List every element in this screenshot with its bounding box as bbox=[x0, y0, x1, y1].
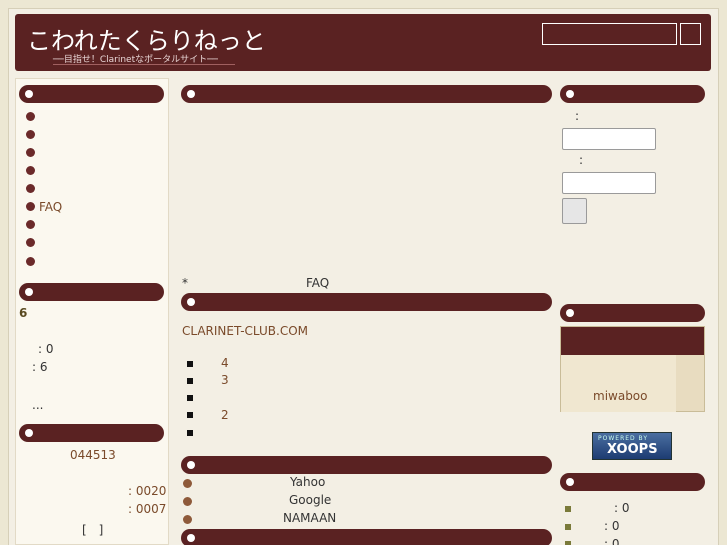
bullet-icon bbox=[26, 112, 35, 121]
link-namaan[interactable]: NAMAAN bbox=[283, 511, 336, 525]
square-bullet-icon bbox=[565, 541, 571, 545]
bullet-icon bbox=[26, 130, 35, 139]
bar-dot-icon bbox=[187, 298, 195, 306]
list-item-count: 2 bbox=[221, 408, 229, 422]
stat-line: : 0 bbox=[604, 537, 620, 545]
left-column bbox=[15, 78, 169, 545]
search-button[interactable] bbox=[680, 23, 701, 45]
stat-line: : 0 bbox=[614, 501, 630, 515]
counter-bracket: [ ] bbox=[82, 523, 104, 537]
center-block-3-header bbox=[181, 456, 552, 474]
bullet-icon bbox=[183, 497, 192, 506]
site-title[interactable]: こわれたくらりねっと bbox=[27, 21, 266, 56]
visitor-counter: 044513 bbox=[70, 448, 116, 462]
xoops-logo[interactable]: POWERED BY XOOPS bbox=[592, 432, 672, 460]
center-block-1-header bbox=[181, 85, 552, 103]
square-bullet-icon bbox=[187, 430, 193, 436]
counter-line-2: : 0007 bbox=[128, 502, 167, 516]
bar-dot-icon bbox=[566, 90, 574, 98]
bullet-icon bbox=[183, 515, 192, 524]
center-column bbox=[176, 78, 556, 545]
bar-dot-icon bbox=[187, 90, 195, 98]
center-block-2-header bbox=[181, 293, 552, 311]
user-info-band bbox=[561, 327, 704, 355]
search-input[interactable] bbox=[542, 23, 677, 45]
domain-link[interactable]: CLARINET-CLUB.COM bbox=[182, 324, 308, 338]
left-block-2-header bbox=[19, 283, 164, 301]
square-bullet-icon bbox=[187, 395, 193, 401]
square-bullet-icon bbox=[187, 361, 193, 367]
list-item-count: 3 bbox=[221, 373, 229, 387]
subtitle-underline bbox=[53, 64, 235, 65]
bullet-icon bbox=[183, 479, 192, 488]
stat-line: : 0 bbox=[604, 519, 620, 533]
stat-line-1: : 0 bbox=[38, 342, 54, 356]
faq-star: * bbox=[182, 276, 188, 290]
bar-dot-icon bbox=[25, 288, 33, 296]
link-yahoo[interactable]: Yahoo bbox=[290, 475, 325, 489]
left-block-main-menu-header bbox=[19, 85, 164, 103]
password-field[interactable] bbox=[562, 172, 656, 194]
bullet-icon bbox=[26, 257, 35, 266]
square-bullet-icon bbox=[565, 506, 571, 512]
counter-line-1: : 0020 bbox=[128, 484, 167, 498]
powered-by-label: POWERED BY bbox=[598, 435, 649, 442]
bullet-icon bbox=[26, 220, 35, 229]
square-bullet-icon bbox=[187, 378, 193, 384]
right-block-3-header bbox=[560, 473, 705, 491]
right-block-2-header bbox=[560, 304, 705, 322]
left-block-3-header bbox=[19, 424, 164, 442]
member-count: 6 bbox=[19, 306, 28, 320]
square-bullet-icon bbox=[565, 524, 571, 530]
password-label: : bbox=[579, 153, 584, 167]
bar-dot-icon bbox=[187, 534, 195, 542]
bullet-icon bbox=[26, 148, 35, 157]
bar-dot-icon bbox=[25, 429, 33, 437]
more-link[interactable]: ... bbox=[32, 398, 43, 412]
user-link-miwaboo[interactable]: miwaboo bbox=[593, 389, 648, 403]
user-info-inner bbox=[561, 355, 676, 412]
xoops-logo-text: XOOPS bbox=[607, 442, 658, 457]
login-button[interactable] bbox=[562, 198, 587, 224]
square-bullet-icon bbox=[187, 412, 193, 418]
link-google[interactable]: Google bbox=[289, 493, 331, 507]
bar-dot-icon bbox=[187, 461, 195, 469]
stat-line-2: : 6 bbox=[32, 360, 48, 374]
bullet-icon bbox=[26, 238, 35, 247]
bar-dot-icon bbox=[566, 309, 574, 317]
bullet-icon bbox=[26, 202, 35, 211]
bullet-icon bbox=[26, 184, 35, 193]
bullet-icon bbox=[26, 166, 35, 175]
menu-item-faq[interactable]: FAQ bbox=[39, 200, 62, 214]
bar-dot-icon bbox=[566, 478, 574, 486]
username-field[interactable] bbox=[562, 128, 656, 150]
faq-link[interactable]: FAQ bbox=[306, 276, 329, 290]
site-header: こわれたくらりねっと ──目指せ！Clarinetなポータルサイト── bbox=[15, 14, 711, 71]
list-item-count: 4 bbox=[221, 356, 229, 370]
center-block-4-header bbox=[181, 529, 552, 545]
right-login-header bbox=[560, 85, 705, 103]
bar-dot-icon bbox=[25, 90, 33, 98]
username-label: : bbox=[575, 109, 580, 123]
